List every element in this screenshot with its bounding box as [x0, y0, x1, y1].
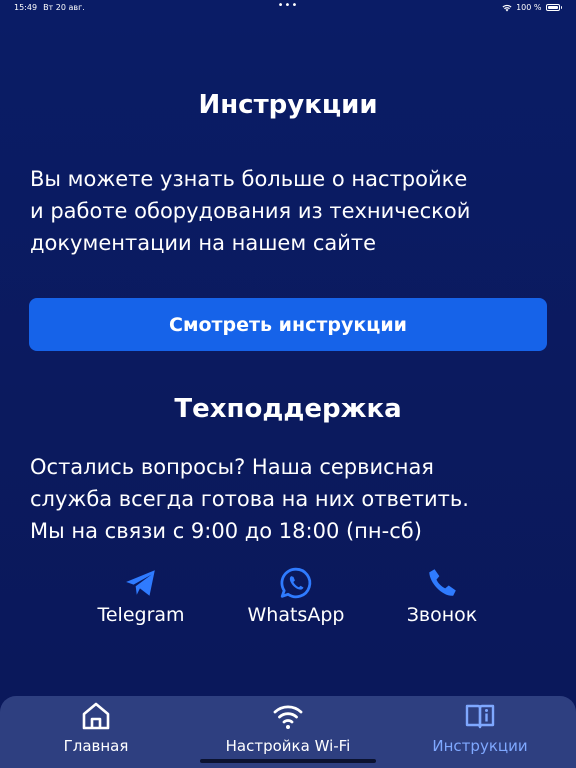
- wifi-icon: [273, 705, 303, 729]
- status-date: Вт 20 авг.: [43, 3, 85, 12]
- tab-wifi-label: Настройка Wi-Fi: [225, 737, 351, 755]
- support-line: Мы на связи с 9:00 до 18:00 (пн-сб): [30, 519, 422, 543]
- view-instructions-button[interactable]: Смотреть инструкции: [29, 298, 547, 351]
- whatsapp-button[interactable]: WhatsApp: [231, 566, 361, 626]
- tab-bar: Главная Настройка Wi-Fi Инструкции: [0, 696, 576, 768]
- battery-percentage: 100 %: [516, 3, 542, 12]
- home-icon: [82, 702, 110, 730]
- support-line: служба всегда готова на них ответить.: [30, 487, 469, 511]
- support-description: Остались вопросы? Наша сервисная служба …: [30, 451, 546, 547]
- book-info-icon: [465, 704, 495, 729]
- battery-icon: [545, 4, 560, 11]
- support-title: Техподдержка: [174, 394, 402, 424]
- tab-home[interactable]: Главная: [0, 696, 192, 768]
- tab-home-label: Главная: [63, 737, 129, 755]
- instructions-line: Вы можете узнать больше о настройке: [30, 167, 468, 191]
- whatsapp-icon: [280, 567, 312, 599]
- whatsapp-label: WhatsApp: [247, 604, 345, 626]
- tab-instructions[interactable]: Инструкции: [384, 696, 576, 768]
- phone-icon: [429, 569, 456, 596]
- telegram-icon: [126, 570, 155, 596]
- wifi-status-icon: [502, 4, 512, 11]
- telegram-button[interactable]: Telegram: [76, 566, 206, 626]
- instructions-line: документации на нашем сайте: [30, 231, 377, 255]
- instructions-line: и работе оборудования из технической: [30, 199, 471, 223]
- telegram-label: Telegram: [97, 604, 185, 626]
- instructions-description: Вы можете узнать больше о настройке и ра…: [30, 163, 546, 259]
- status-bar: 15:49 Вт 20 авг. ••• 100 %: [0, 0, 576, 14]
- support-line: Остались вопросы? Наша сервисная: [30, 455, 434, 479]
- tab-instructions-label: Инструкции: [432, 737, 528, 755]
- call-label: Звонок: [406, 604, 478, 626]
- call-button[interactable]: Звонок: [377, 566, 507, 626]
- home-indicator[interactable]: [200, 759, 376, 763]
- tab-wifi-setup[interactable]: Настройка Wi-Fi: [192, 696, 384, 768]
- instructions-title: Инструкции: [198, 90, 378, 120]
- status-time: 15:49: [14, 3, 38, 12]
- multitasking-dots[interactable]: •••: [278, 0, 299, 11]
